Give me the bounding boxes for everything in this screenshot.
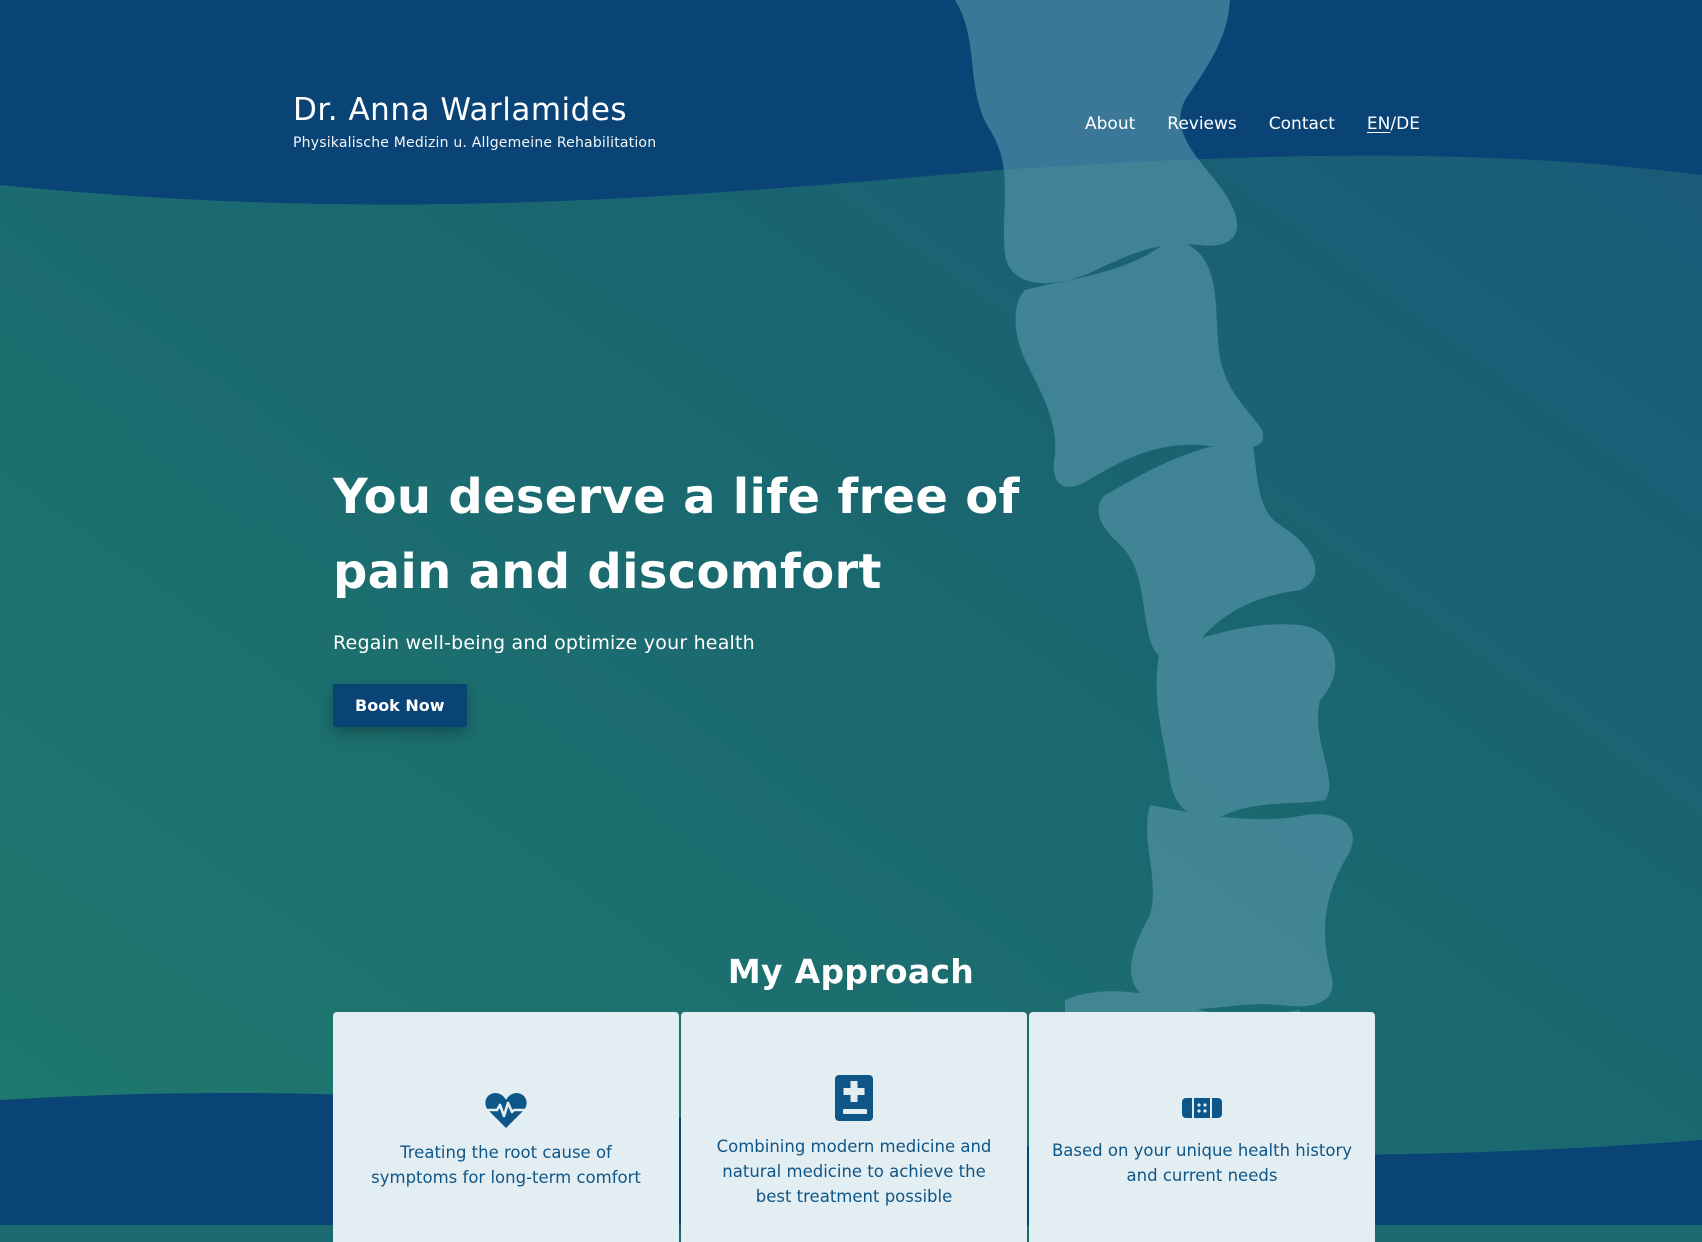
nav-contact[interactable]: Contact	[1269, 114, 1335, 134]
heartbeat-icon	[485, 1090, 527, 1130]
lang-de-link[interactable]: DE	[1396, 114, 1420, 134]
hero-heading-line2: pain and discomfort	[333, 544, 882, 600]
medical-book-icon	[833, 1074, 875, 1122]
brand-subtitle: Physikalische Medizin u. Allgemeine Reha…	[293, 135, 657, 152]
approach-cards: Treating the root cause of symptoms for …	[333, 1012, 1375, 1242]
language-switcher: EN / DE	[1367, 114, 1420, 134]
approach-card-root-cause: Treating the root cause of symptoms for …	[333, 1012, 679, 1242]
approach-card-text: Combining modern medicine and natural me…	[716, 1137, 992, 1206]
main-nav: About Reviews Contact EN / DE	[1085, 114, 1420, 134]
approach-card-text: Based on your unique health history and …	[1051, 1141, 1353, 1185]
nav-about[interactable]: About	[1085, 114, 1135, 134]
approach-title: My Approach	[727, 952, 975, 991]
hero-section: You deserve a life free of pain and disc…	[333, 460, 1033, 727]
hero-lead: Regain well-being and optimize your heal…	[333, 632, 755, 654]
book-now-button[interactable]: Book Now	[333, 684, 467, 727]
brand[interactable]: Dr. Anna Warlamides Physikalische Medizi…	[293, 92, 656, 151]
approach-card-text: Treating the root cause of symptoms for …	[371, 1143, 641, 1187]
approach-card-combined-medicine: Combining modern medicine and natural me…	[681, 1012, 1027, 1242]
brand-name: Dr. Anna Warlamides	[293, 92, 628, 128]
nav-reviews[interactable]: Reviews	[1167, 114, 1237, 134]
approach-card-personalized: Based on your unique health history and …	[1029, 1012, 1375, 1242]
lang-en-link[interactable]: EN	[1367, 114, 1390, 134]
bandage-icon	[1181, 1096, 1223, 1120]
hero-heading-line1: You deserve a life free of	[333, 469, 1020, 525]
hero-heading: You deserve a life free of pain and disc…	[333, 460, 1033, 610]
